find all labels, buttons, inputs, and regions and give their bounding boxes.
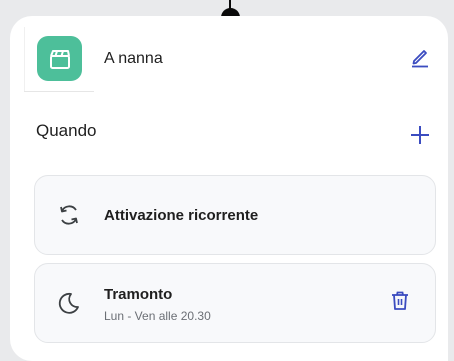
moon-icon — [55, 289, 83, 317]
trash-icon — [389, 290, 411, 317]
trigger-schedule: Lun - Ven alle 20.30 — [104, 309, 211, 323]
when-section-label: Quando — [36, 121, 97, 140]
recurring-arrows-icon — [55, 201, 83, 229]
trigger-title: Tramonto — [104, 286, 173, 303]
clapperboard-icon — [37, 36, 82, 81]
plus-icon — [410, 125, 430, 150]
pencil-icon — [409, 46, 431, 73]
trigger-row-recurring[interactable]: Attivazione ricorrente — [34, 175, 436, 255]
header-divider — [24, 91, 94, 92]
trigger-title: Attivazione ricorrente — [104, 207, 259, 224]
header-divider-vertical — [24, 27, 25, 91]
edit-button[interactable] — [403, 42, 437, 76]
delete-trigger-button[interactable] — [384, 287, 416, 319]
routine-title: A nanna — [104, 50, 163, 67]
add-trigger-button[interactable] — [403, 120, 437, 154]
trigger-row-sunset[interactable]: Tramonto Lun - Ven alle 20.30 — [34, 263, 436, 343]
